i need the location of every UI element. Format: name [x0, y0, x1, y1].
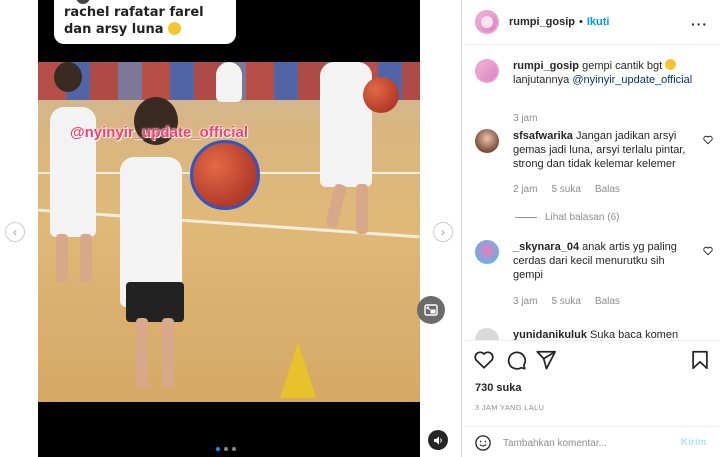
picture-in-picture-button[interactable] [417, 296, 445, 324]
comment-time[interactable]: 2 jam [513, 184, 537, 195]
post-details-panel: rumpi_gosip • Ikuti ··· rumpi_gosip gemp… [463, 0, 720, 457]
smiley-icon[interactable] [474, 434, 492, 452]
comment-username[interactable]: yunidanikuluk [513, 329, 587, 340]
action-icon-row [473, 349, 711, 371]
player-head [54, 62, 82, 92]
speaker-icon [433, 436, 442, 444]
comments-list[interactable]: rumpi_gosip gempi cantik bgt lanjutannya… [463, 46, 720, 340]
basketball [363, 77, 399, 113]
commenter-avatar[interactable] [475, 129, 499, 153]
player-leg [80, 234, 92, 282]
girl-shorts [126, 282, 184, 322]
comment-username[interactable]: sfsafwarika [513, 130, 573, 142]
post-comment-button[interactable]: Kirim [681, 437, 707, 448]
author-avatar[interactable] [475, 10, 499, 34]
player-leg [136, 318, 148, 388]
more-dots-icon[interactable]: ··· [691, 16, 708, 32]
add-comment-bar: Kirim [463, 426, 720, 457]
comment-item: yunidanikuluk Suka baca komen [475, 328, 705, 340]
comment-likes[interactable]: 5 suka [551, 184, 580, 195]
caption-mention-link[interactable]: @nyinyir_update_official [572, 74, 692, 86]
video-caption-bubble: rachel rafatar farel dan arsy luna [54, 0, 236, 44]
comment-username[interactable]: _skynara_04 [513, 241, 579, 253]
media-area: ‹ @nyinyir_update_official rachel rafata… [0, 0, 462, 457]
caption-avatar [76, 0, 90, 4]
caption-meta: 3 jam [513, 113, 537, 124]
carousel-dot [232, 447, 236, 451]
player-leg [162, 318, 174, 388]
post-actions: 730 suka 3 JAM YANG LALU [463, 340, 720, 412]
pleading-face-icon [168, 22, 182, 35]
author-username[interactable]: rumpi_gosip [509, 16, 575, 28]
caption-body: rumpi_gosip gempi cantik bgt lanjutannya… [513, 59, 695, 87]
carousel-dot-active [216, 447, 220, 451]
separator-dot: • [579, 16, 583, 28]
video-player[interactable]: @nyinyir_update_official rachel rafatar … [38, 0, 420, 457]
heart-icon[interactable] [473, 349, 495, 371]
replies-divider-line [515, 217, 537, 218]
comment-time[interactable]: 3 jam [513, 296, 537, 307]
comment-reply-button[interactable]: Balas [595, 184, 620, 195]
post-caption: rumpi_gosip gempi cantik bgt lanjutannya… [475, 59, 705, 124]
previous-post-arrow-icon[interactable]: ‹ [5, 222, 25, 242]
commenter-avatar[interactable] [475, 240, 499, 264]
comment-like-heart-icon[interactable] [703, 246, 713, 256]
picture-in-picture-icon [424, 304, 438, 316]
next-post-arrow-icon[interactable]: › [433, 222, 453, 242]
caption-time[interactable]: 3 jam [513, 113, 537, 124]
comment-meta: 2 jam 5 suka Balas [513, 184, 620, 195]
comment-text: Suka baca komen [590, 329, 679, 340]
like-count[interactable]: 730 suka [475, 382, 521, 394]
crying-laughing-icon [665, 59, 677, 70]
comment-reply-button[interactable]: Balas [595, 296, 620, 307]
comment-like-heart-icon[interactable] [703, 135, 713, 145]
bookmark-icon[interactable] [689, 349, 711, 371]
comment-likes[interactable]: 5 suka [551, 296, 580, 307]
video-caption-text: rachel rafatar farel dan arsy luna [64, 5, 204, 37]
caption-text: gempi cantik bgt [582, 60, 663, 72]
training-cone [280, 342, 316, 398]
basketball [190, 140, 260, 210]
comment-item: _skynara_04 anak artis yg paling cerdas … [475, 240, 713, 310]
player-leg [356, 184, 368, 234]
carousel-dot [224, 447, 228, 451]
commenter-avatar[interactable] [475, 328, 499, 340]
background-player [320, 62, 372, 187]
video-frame: @nyinyir_update_official [38, 62, 420, 402]
background-player [216, 62, 242, 102]
comment-body: sfsafwarika Jangan jadikan arsyi gemas j… [513, 129, 695, 171]
comment-input[interactable] [503, 435, 673, 451]
comment-body: _skynara_04 anak artis yg paling cerdas … [513, 240, 695, 282]
video-watermark: @nyinyir_update_official [70, 124, 249, 141]
caption-text-continued: lanjutannya [513, 74, 570, 86]
author-avatar[interactable] [475, 59, 499, 83]
view-replies-label: Lihat balasan (6) [545, 212, 620, 223]
player-leg [56, 234, 68, 282]
comment-body: yunidanikuluk Suka baca komen [513, 328, 695, 340]
follow-button[interactable]: Ikuti [587, 16, 610, 28]
audio-toggle-button[interactable] [428, 430, 448, 450]
caption-username[interactable]: rumpi_gosip [513, 60, 579, 72]
comment-meta: 3 jam 5 suka Balas [513, 296, 620, 307]
comment-item: sfsafwarika Jangan jadikan arsyi gemas j… [475, 129, 713, 219]
carousel-dots [216, 447, 236, 451]
paper-plane-icon[interactable] [535, 349, 557, 371]
post-timestamp[interactable]: 3 JAM YANG LALU [475, 403, 544, 412]
player-leg [324, 183, 348, 229]
comment-icon[interactable] [505, 349, 527, 371]
view-replies-button[interactable]: Lihat balasan (6) [515, 212, 620, 223]
post-header: rumpi_gosip • Ikuti ··· [463, 0, 720, 45]
